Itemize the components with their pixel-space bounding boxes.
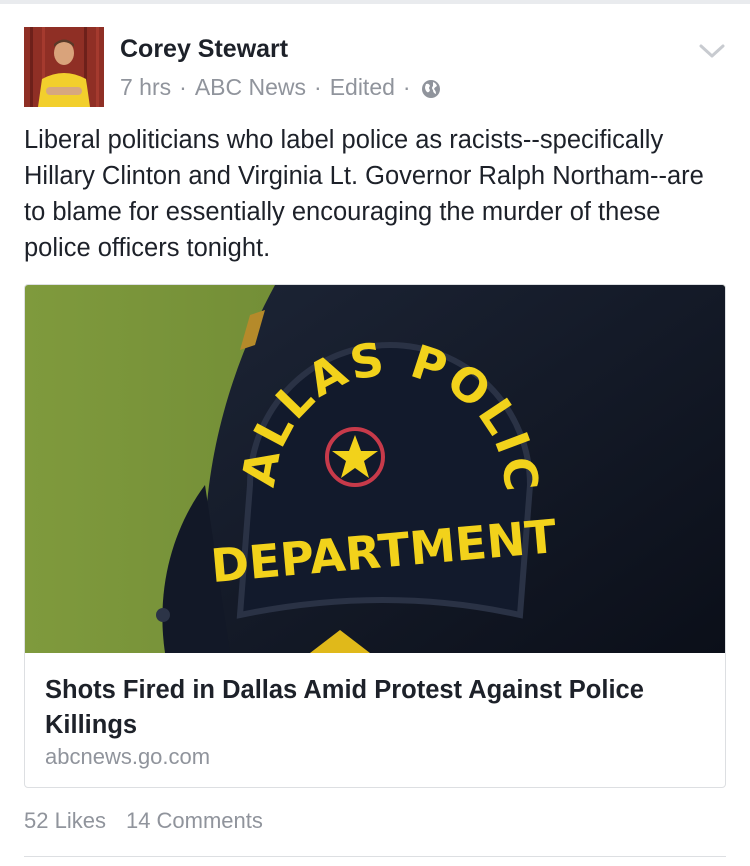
meta-separator: · [314,74,322,100]
globe-icon[interactable] [421,78,441,98]
link-preview-card[interactable]: DALLAS POLICE DEPARTMENT Shots Fired in … [24,284,726,788]
post-text: Liberal politicians who label police as … [24,126,704,262]
comments-count[interactable]: 14 Comments [126,808,263,833]
bottom-divider [24,856,726,857]
meta-separator: · [402,74,411,100]
link-domain: abcnews.go.com [45,744,211,769]
meta-separator: · [179,74,187,100]
link-preview-image[interactable]: DALLAS POLICE DEPARTMENT [25,285,725,653]
post-meta: 7 hrs · ABC News · Edited · [120,74,441,101]
likes-count[interactable]: 52 Likes [24,808,106,833]
top-divider [0,0,750,4]
link-title[interactable]: Shots Fired in Dallas Amid Protest Again… [45,673,705,743]
via-source[interactable]: ABC News [195,74,306,101]
edited-label[interactable]: Edited [330,74,395,101]
chevron-down-icon[interactable] [698,41,726,61]
post-stats: 52 Likes 14 Comments [24,808,263,834]
post-header: Corey Stewart 7 hrs · ABC News · Edited … [24,27,726,107]
post-time[interactable]: 7 hrs [120,74,171,101]
avatar[interactable] [24,27,104,107]
author-name[interactable]: Corey Stewart [120,35,288,64]
